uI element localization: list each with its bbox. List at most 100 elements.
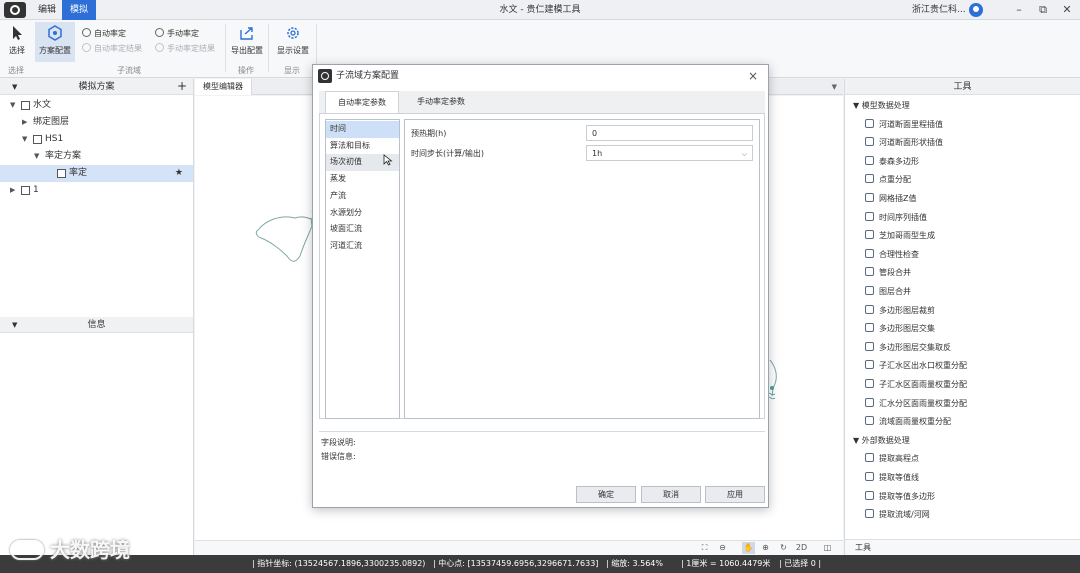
expanded-arrow-icon[interactable]: ▼ [22, 131, 27, 148]
tab-manual-calibrate-params[interactable]: 手动率定参数 [405, 91, 477, 113]
scheme-config-button[interactable]: 方案配置 [35, 22, 75, 62]
collapsed-arrow-icon[interactable]: ▶ [22, 114, 27, 131]
tool-item[interactable]: 时间序列插值 [865, 209, 927, 227]
category-item[interactable]: 产流 [326, 188, 399, 205]
manual-calibrate-button[interactable]: 手动率定 [155, 27, 199, 40]
outlet-point-icon [770, 386, 774, 390]
refresh-icon[interactable]: ↻ [777, 542, 790, 554]
menu-tab-edit[interactable]: 编辑 [30, 0, 64, 20]
tree-node-label: HS1 [45, 134, 64, 144]
param-grid: 预热期(h) 0 时间步长(计算/输出) 1h ⌵ [404, 119, 760, 419]
category-item[interactable]: 水源划分 [326, 205, 399, 222]
tool-group-header[interactable]: ▼ 模型数据处理 [853, 97, 910, 115]
tool-item[interactable]: 河道断面里程插值 [865, 116, 943, 134]
tree-node-label: 水文 [33, 100, 52, 110]
tool-item[interactable]: 点重分配 [865, 171, 911, 189]
display-settings-button[interactable]: 显示设置 [272, 22, 314, 62]
tool-item[interactable]: 管段合并 [865, 264, 911, 282]
tool-item[interactable]: 汇水分区面雨量权重分配 [865, 395, 967, 413]
tools-footer-tab[interactable]: 工具 [855, 540, 871, 556]
zoom-out-icon[interactable]: ⊖ [716, 542, 729, 554]
manual-calibrate-result-button[interactable]: 手动率定结果 [155, 42, 215, 55]
zoom-in-icon[interactable]: ⊕ [759, 542, 772, 554]
group-label-select: 选择 [8, 66, 24, 75]
result-icon [155, 43, 164, 52]
expanded-arrow-icon[interactable]: ▼ [10, 97, 15, 114]
tool-item[interactable]: 芝加哥雨型生成 [865, 227, 935, 245]
tool-item[interactable]: 提取高程点 [865, 450, 919, 468]
title-bar: 编辑 模拟 水文 - 贵仁建模工具 浙江贵仁科... – ⧉ ✕ [0, 0, 1080, 20]
export-config-button[interactable]: 导出配置 [228, 22, 266, 62]
field-description-label: 字段说明: [321, 438, 356, 447]
tool-item-label: 合理性检查 [879, 249, 919, 259]
tool-item[interactable]: 子汇水区出水口权重分配 [865, 357, 967, 375]
category-item[interactable]: 时间 [326, 121, 399, 138]
tree-node[interactable]: ▼ HS1 [0, 131, 193, 148]
tab-auto-calibrate-params[interactable]: 自动率定参数 [325, 91, 399, 114]
param-input[interactable]: 0 [586, 125, 753, 141]
collapsed-arrow-icon[interactable]: ▶ [10, 182, 15, 199]
auto-calibrate-result-button[interactable]: 自动率定结果 [82, 42, 142, 55]
tree-node[interactable]: ▼ 水文 [0, 97, 193, 114]
tool-item[interactable]: 多边形图层交集取反 [865, 339, 951, 357]
pan-hand-icon[interactable]: ✋ [742, 542, 755, 554]
expanded-arrow-icon[interactable]: ▼ [853, 101, 862, 110]
tab-dropdown-icon[interactable]: ▼ [832, 79, 837, 95]
default-star-icon[interactable]: ★ [175, 165, 183, 182]
user-name[interactable]: 浙江贵仁科... [912, 0, 966, 20]
select-tool-button[interactable]: 选择 [2, 22, 32, 62]
user-avatar-icon[interactable] [969, 3, 983, 17]
menu-tab-simulate[interactable]: 模拟 [62, 0, 97, 20]
auto-calibrate-button[interactable]: 自动率定 [82, 27, 126, 40]
param-label: 预热期(h) [411, 129, 447, 138]
tree-node[interactable]: ▶ 绑定图层 [0, 114, 193, 131]
apply-button[interactable]: 应用 [705, 486, 765, 503]
tool-group-label: 外部数据处理 [861, 435, 910, 445]
tool-item[interactable]: 流域面雨量权重分配 [865, 413, 951, 431]
tool-item[interactable]: 河道断面形状插值 [865, 134, 943, 152]
tool-item-label: 提取等值线 [879, 473, 919, 482]
category-item[interactable]: 河道汇流 [326, 238, 399, 255]
tree-node[interactable]: 率定 ★ [0, 165, 193, 182]
category-item[interactable]: 坡面汇流 [326, 221, 399, 238]
select-tool-label: 选择 [9, 46, 25, 55]
tool-item[interactable]: 提取等值线 [865, 469, 919, 487]
restore-button[interactable]: ⧉ [1030, 0, 1056, 20]
param-select[interactable]: 1h ⌵ [586, 145, 753, 161]
tool-icon [865, 267, 874, 277]
dialog-close-button[interactable]: × [748, 65, 758, 87]
view-2d-button[interactable]: 2D [795, 542, 808, 554]
collapse-icon[interactable]: ▼ [12, 317, 17, 333]
tool-item[interactable]: 提取等值多边形 [865, 488, 935, 506]
collapse-icon[interactable]: ▼ [12, 79, 17, 95]
tool-item[interactable]: 泰森多边形 [865, 153, 919, 171]
dialog-app-icon [318, 69, 332, 83]
tree-node[interactable]: ▼ 率定方案 [0, 148, 193, 165]
expanded-arrow-icon[interactable]: ▼ [34, 148, 39, 165]
add-scheme-button[interactable]: + [177, 78, 187, 94]
minimize-button[interactable]: – [1006, 0, 1032, 20]
tab-model-editor[interactable]: 模型编辑器 [195, 79, 252, 95]
ok-button[interactable]: 确定 [576, 486, 636, 503]
category-item[interactable]: 蒸发 [326, 171, 399, 188]
tool-item-label: 图层合并 [879, 287, 911, 296]
tool-item[interactable]: 多边形图层交集 [865, 320, 935, 338]
tool-group-header[interactable]: ▼ 外部数据处理 [853, 432, 910, 450]
tool-item[interactable]: 合理性检查 [865, 246, 919, 264]
tool-item[interactable]: 网格插Z值 [865, 190, 916, 208]
tool-item[interactable]: 提取流域/河网 [865, 506, 930, 524]
watermark-text: 大数跨境 [50, 538, 130, 562]
tool-item[interactable]: 子汇水区面雨量权重分配 [865, 376, 967, 394]
tree-node[interactable]: ▶ 1 [0, 182, 193, 199]
close-button[interactable]: ✕ [1054, 0, 1080, 20]
scheme-config-label: 方案配置 [39, 46, 71, 55]
cancel-button[interactable]: 取消 [641, 486, 701, 503]
split-view-icon[interactable]: ◫ [821, 542, 834, 554]
expanded-arrow-icon[interactable]: ▼ [853, 436, 862, 445]
tool-item[interactable]: 多边形图层裁剪 [865, 302, 935, 320]
fit-extent-icon[interactable]: ⛶ [698, 542, 711, 554]
category-item[interactable]: 算法和目标 [326, 138, 399, 155]
tool-icon [865, 360, 874, 370]
tool-item[interactable]: 图层合并 [865, 283, 911, 301]
result-icon [82, 43, 91, 52]
